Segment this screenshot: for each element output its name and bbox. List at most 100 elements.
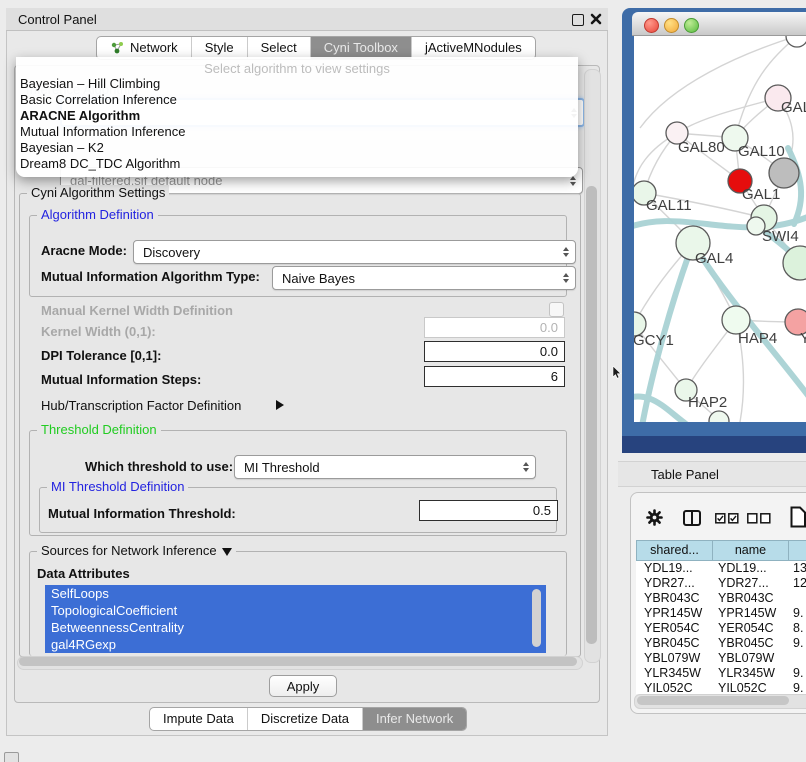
node-unlabeled-top[interactable] xyxy=(786,36,806,47)
table-row[interactable]: YBR043C YBR043C xyxy=(636,591,806,606)
node-label: GAL80 xyxy=(678,139,725,156)
table-row[interactable]: YDR27... YDR27... 12 xyxy=(636,576,806,591)
settings-horizontal-scrollbar-thumb[interactable] xyxy=(19,657,577,666)
float-window-icon[interactable] xyxy=(572,14,584,26)
tab-cyni-toolbox[interactable]: Cyni Toolbox xyxy=(310,37,411,59)
node-label: GAL1 xyxy=(742,186,780,203)
tab-impute-data[interactable]: Impute Data xyxy=(150,708,247,730)
which-threshold-label: Which threshold to use: xyxy=(85,459,233,475)
gear-icon[interactable] xyxy=(646,509,663,526)
tab-jactivemnodules[interactable]: jActiveMNodules xyxy=(411,37,535,59)
algorithm-option[interactable]: Bayesian – K2 xyxy=(16,140,578,156)
dpi-tolerance-field[interactable]: 0.0 xyxy=(424,341,565,362)
tab-style[interactable]: Style xyxy=(191,37,247,59)
data-attributes-label: Data Attributes xyxy=(37,566,130,582)
table-rows: YDL19... YDL19... 13 YDR27... YDR27... 1… xyxy=(636,561,806,694)
checked-checkbox-icon[interactable] xyxy=(728,513,739,524)
tab-infer-network[interactable]: Infer Network xyxy=(362,708,466,730)
node-label: GAL4 xyxy=(695,250,733,267)
table-panel-title: Table Panel xyxy=(651,467,719,483)
mi-threshold-field[interactable]: 0.5 xyxy=(419,500,558,521)
tab-select[interactable]: Select xyxy=(247,37,310,59)
checked-checkbox-icon[interactable] xyxy=(715,513,726,524)
bottom-tabs: Impute Data Discretize Data Infer Networ… xyxy=(149,707,467,731)
algorithm-option[interactable]: Dream8 DC_TDC Algorithm xyxy=(16,156,578,172)
combo-spinner-icon xyxy=(570,176,576,186)
table-row[interactable]: YER054C YER054C 8. xyxy=(636,621,806,636)
table-horizontal-scrollbar-thumb[interactable] xyxy=(637,696,789,705)
settings-vertical-scrollbar-thumb[interactable] xyxy=(586,186,597,644)
node-label: GAL xyxy=(781,99,806,116)
kernel-width-field: 0.0 xyxy=(424,317,565,338)
cyni-algorithm-settings-title: Cyni Algorithm Settings xyxy=(27,185,169,200)
document-icon[interactable] xyxy=(790,506,806,528)
combo-spinner-icon xyxy=(563,273,569,283)
node-bottom[interactable] xyxy=(709,411,729,422)
algorithm-dropdown-popup: Select algorithm to view settings Bayesi… xyxy=(16,57,578,177)
desktop: Control Panel Network Style Select Cyni … xyxy=(0,0,806,762)
control-panel-title: Control Panel xyxy=(18,12,97,28)
list-scrollbar-thumb[interactable] xyxy=(532,589,541,647)
algorithm-option[interactable]: Basic Correlation Inference xyxy=(16,92,578,108)
collapse-arrow-icon[interactable] xyxy=(222,548,232,556)
threshold-definition-title: Threshold Definition xyxy=(37,422,161,437)
algorithm-option[interactable]: Bayesian – Hill Climbing xyxy=(16,76,578,92)
unchecked-checkbox-icon[interactable] xyxy=(760,513,771,524)
unchecked-checkbox-icon[interactable] xyxy=(747,513,758,524)
close-traffic-light[interactable] xyxy=(644,18,659,33)
column-header-partial[interactable] xyxy=(788,540,806,561)
algorithm-placeholder: Select algorithm to view settings xyxy=(16,61,578,76)
list-item-selected[interactable]: BetweennessCentrality xyxy=(45,619,546,636)
aracne-mode-combobox[interactable]: Discovery xyxy=(133,240,576,264)
mi-threshold-group-title: MI Threshold Definition xyxy=(47,479,188,494)
mi-threshold-label: Mutual Information Threshold: xyxy=(48,506,236,522)
tab-network[interactable]: Network xyxy=(97,37,191,59)
combo-spinner-icon xyxy=(563,247,569,257)
algorithm-option-highlighted[interactable]: ARACNE Algorithm xyxy=(16,108,578,124)
node-label: Y xyxy=(800,330,806,347)
list-item-selected[interactable]: gal4RGexp xyxy=(45,636,546,653)
list-item-selected[interactable]: TopologicalCoefficient xyxy=(45,602,546,619)
table-row[interactable]: YLR345W YLR345W 9. xyxy=(636,666,806,681)
tab-discretize-data[interactable]: Discretize Data xyxy=(247,708,362,730)
table-row[interactable]: YIL052C YIL052C 9. xyxy=(636,681,806,694)
table-row[interactable]: YPR145W YPR145W 9. xyxy=(636,606,806,621)
mi-steps-field[interactable]: 6 xyxy=(424,366,565,387)
minimize-traffic-light[interactable] xyxy=(664,18,679,33)
table-row[interactable]: YBR045C YBR045C 9. xyxy=(636,636,806,651)
mi-type-combobox[interactable]: Naive Bayes xyxy=(272,266,576,290)
manual-kernel-checkbox xyxy=(549,302,564,317)
network-window-bottom-strip xyxy=(622,436,806,453)
algorithm-definition-title: Algorithm Definition xyxy=(37,207,158,222)
hub-definition-expander[interactable]: Hub/Transcription Factor Definition xyxy=(41,398,241,414)
algorithm-option[interactable]: Mutual Information Inference xyxy=(16,124,578,140)
table-row[interactable]: YDL19... YDL19... 13 xyxy=(636,561,806,576)
column-header-name[interactable]: name xyxy=(712,540,789,561)
node-gray[interactable] xyxy=(769,158,799,188)
mouse-cursor xyxy=(612,366,624,379)
column-header-shared-name[interactable]: shared... xyxy=(636,540,713,561)
node-label: HAP2 xyxy=(688,394,727,411)
list-item-selected[interactable]: SelfLoops xyxy=(45,585,546,602)
network-canvas[interactable]: GAL GAL80 GAL10 GAL11 GAL1 SWI4 GAL4 GCY… xyxy=(634,36,806,422)
data-attributes-list: SelfLoops TopologicalCoefficient Between… xyxy=(45,585,546,653)
node-label: SWI4 xyxy=(762,228,799,245)
zoom-traffic-light[interactable] xyxy=(684,18,699,33)
minimized-panel-icon[interactable] xyxy=(4,752,19,762)
split-columns-icon[interactable] xyxy=(683,510,701,526)
which-threshold-combobox[interactable]: MI Threshold xyxy=(234,455,536,479)
kernel-width-label: Kernel Width (0,1): xyxy=(41,324,156,340)
close-icon[interactable] xyxy=(590,13,602,25)
apply-button[interactable]: Apply xyxy=(269,675,337,697)
mi-type-label: Mutual Information Algorithm Type: xyxy=(41,269,260,285)
table-row[interactable]: YBL079W YBL079W xyxy=(636,651,806,666)
node-label: HAP4 xyxy=(738,330,777,347)
node-label: GCY1 xyxy=(634,332,674,349)
aracne-mode-label: Aracne Mode: xyxy=(41,243,127,259)
node-label: GAL11 xyxy=(646,197,692,214)
sources-group-title[interactable]: Sources for Network Inference xyxy=(37,543,236,558)
node-label: GAL10 xyxy=(738,143,785,160)
dpi-tolerance-label: DPI Tolerance [0,1]: xyxy=(41,348,161,364)
expander-arrow-icon[interactable] xyxy=(276,400,284,410)
mi-steps-label: Mutual Information Steps: xyxy=(41,372,201,388)
